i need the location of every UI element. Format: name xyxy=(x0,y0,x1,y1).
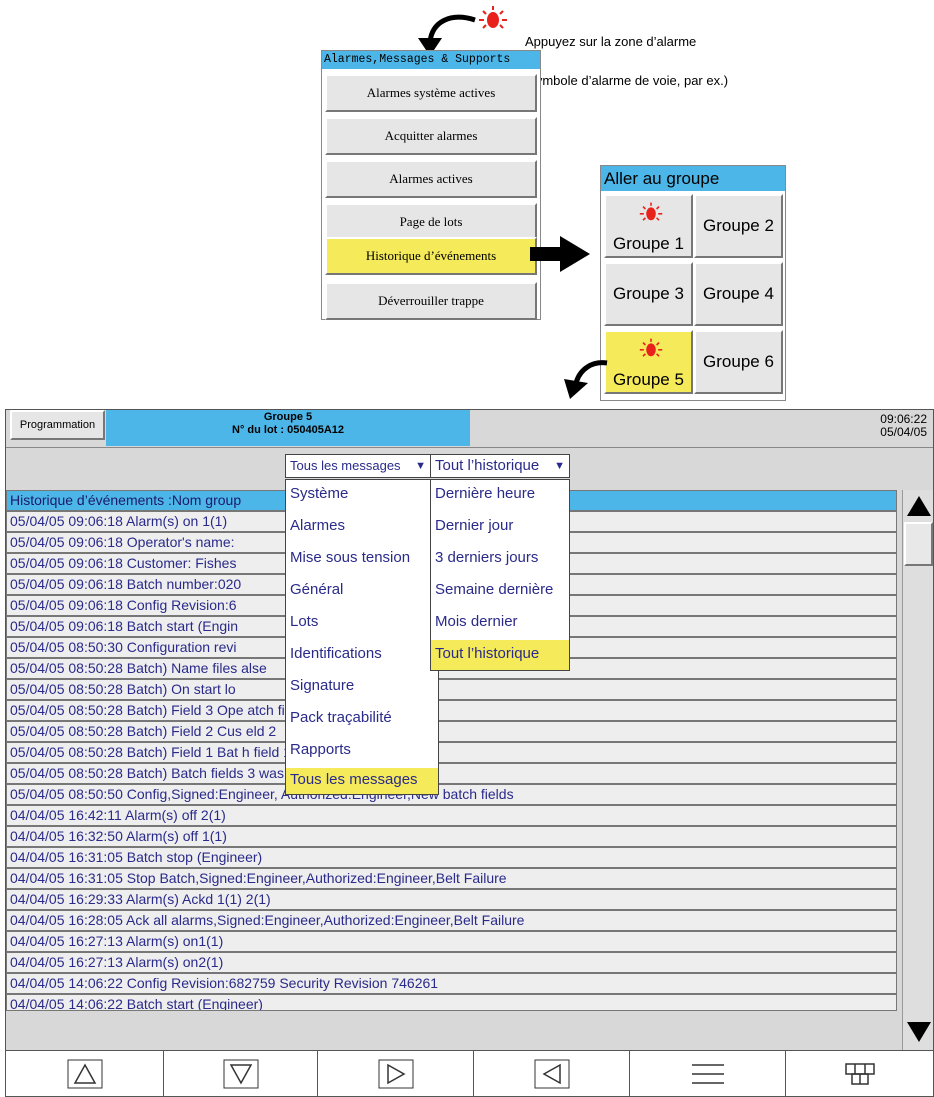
curved-arrow-icon xyxy=(564,360,608,399)
period-option-last-week[interactable]: Semaine dernière xyxy=(431,576,569,608)
table-row[interactable]: 04/04/05 16:32:50 Alarm(s) off 1(1) xyxy=(6,826,897,847)
recorder-screen: Programmation Groupe 5 N° du lot : 05040… xyxy=(5,409,934,1097)
group-5-button[interactable]: Groupe 5 xyxy=(604,330,693,394)
nav-menu-button[interactable] xyxy=(630,1051,786,1096)
period-option-last-hour[interactable]: Dernière heure xyxy=(431,480,569,512)
nav-down-button[interactable] xyxy=(164,1051,318,1096)
nav-right-button[interactable] xyxy=(318,1051,474,1096)
table-row[interactable]: 05/04/05 08:50:50 Config,Signed:Engineer… xyxy=(6,784,897,805)
programming-button[interactable]: Programmation xyxy=(10,410,105,440)
message-option-identifications[interactable]: Identifications xyxy=(286,640,438,672)
message-option-signature[interactable]: Signature xyxy=(286,672,438,704)
right-arrow-icon xyxy=(530,236,590,272)
chevron-down-icon: ▼ xyxy=(554,460,565,472)
chevron-down-icon: ▼ xyxy=(415,460,426,472)
group-name: Groupe 5 xyxy=(263,411,313,423)
menu-active-alarms-button[interactable]: Alarmes actives xyxy=(325,160,537,198)
message-type-list: Système Alarmes Mise sous tension Généra… xyxy=(285,479,439,795)
goto-group-title: Aller au groupe xyxy=(601,166,785,191)
batch-header[interactable]: Groupe 5 N° du lot : 050405A12 xyxy=(106,410,470,446)
group-3-label: Groupe 3 xyxy=(613,284,684,303)
alarm-icon xyxy=(639,338,663,357)
table-row[interactable]: 04/04/05 14:06:22 Config Revision:682759… xyxy=(6,973,897,994)
scroll-up-icon[interactable] xyxy=(906,494,932,518)
table-row[interactable]: 04/04/05 16:31:05 Batch stop (Engineer) xyxy=(6,847,897,868)
period-dropdown[interactable]: Tout l’historique ▼ xyxy=(430,454,570,478)
up-triangle-icon xyxy=(67,1059,102,1089)
message-option-reports[interactable]: Rapports xyxy=(286,736,438,768)
menu-title: Alarmes,Messages & Supports xyxy=(322,51,540,69)
table-row[interactable]: 04/04/05 16:28:05 Ack all alarms,Signed:… xyxy=(6,910,897,931)
grid-icon xyxy=(844,1063,875,1085)
message-option-alarms[interactable]: Alarmes xyxy=(286,512,438,544)
group-4-button[interactable]: Groupe 4 xyxy=(694,262,783,326)
message-option-general[interactable]: Général xyxy=(286,576,438,608)
scrollbar[interactable] xyxy=(902,490,933,1050)
clock: 09:06:22 05/04/05 xyxy=(880,413,927,439)
message-option-system[interactable]: Système xyxy=(286,480,438,512)
table-row[interactable]: 05/04/05 08:50:28 Batch) Batch fields 3 … xyxy=(6,763,897,784)
message-type-value: Tous les messages xyxy=(290,458,401,473)
nav-up-button[interactable] xyxy=(6,1051,164,1096)
alarm-icon xyxy=(639,202,663,221)
table-row[interactable]: 04/04/05 16:27:13 Alarm(s) on2(1) xyxy=(6,952,897,973)
period-option-all-history[interactable]: Tout l’historique xyxy=(431,640,569,670)
left-triangle-icon xyxy=(534,1059,569,1089)
table-row[interactable]: 04/04/05 16:31:05 Stop Batch,Signed:Engi… xyxy=(6,868,897,889)
right-triangle-icon xyxy=(378,1059,413,1089)
callout-instruction: Appuyez sur la zone d’alarme (symbole d’… xyxy=(525,9,728,100)
alarms-messages-menu: Alarmes,Messages & Supports Alarmes syst… xyxy=(321,50,541,320)
message-type-dropdown[interactable]: Tous les messages ▼ xyxy=(285,454,431,478)
table-row[interactable]: 05/04/05 08:50:28 Batch) On start lo xyxy=(6,679,897,700)
menu-lines-icon xyxy=(691,1064,724,1084)
group-3-button[interactable]: Groupe 3 xyxy=(604,262,693,326)
period-value: Tout l’historique xyxy=(435,457,540,474)
group-6-button[interactable]: Groupe 6 xyxy=(694,330,783,394)
date-display: 05/04/05 xyxy=(880,425,927,439)
menu-event-history-button[interactable]: Historique d’événements xyxy=(325,237,537,275)
table-row[interactable]: 05/04/05 08:50:28 Batch) Field 1 Bat h f… xyxy=(6,742,897,763)
table-row[interactable]: 04/04/05 16:27:13 Alarm(s) on1(1) xyxy=(6,931,897,952)
batch-number: N° du lot : 050405A12 xyxy=(232,424,344,436)
message-option-power-on[interactable]: Mise sous tension xyxy=(286,544,438,576)
group-6-label: Groupe 6 xyxy=(703,352,774,371)
bottom-navigation xyxy=(6,1050,933,1096)
group-4-label: Groupe 4 xyxy=(703,284,774,303)
message-option-all[interactable]: Tous les messages xyxy=(286,768,438,794)
scroll-thumb[interactable] xyxy=(904,522,933,566)
goto-group-panel: Aller au groupe Groupe 1 Groupe 2 Groupe… xyxy=(600,165,786,401)
period-option-3-days[interactable]: 3 derniers jours xyxy=(431,544,569,576)
nav-left-button[interactable] xyxy=(474,1051,630,1096)
nav-grid-button[interactable] xyxy=(786,1051,933,1096)
callout-line-1: Appuyez sur la zone d’alarme xyxy=(525,34,697,49)
group-2-button[interactable]: Groupe 2 xyxy=(694,194,783,258)
down-triangle-icon xyxy=(223,1059,258,1089)
table-row[interactable]: 05/04/05 08:50:28 Batch) Field 3 Ope atc… xyxy=(6,700,897,721)
period-option-last-month[interactable]: Mois dernier xyxy=(431,608,569,640)
message-option-batches[interactable]: Lots xyxy=(286,608,438,640)
period-list: Dernière heure Dernier jour 3 derniers j… xyxy=(430,479,570,671)
menu-active-system-alarms-button[interactable]: Alarmes système actives xyxy=(325,74,537,112)
scroll-down-icon[interactable] xyxy=(906,1020,932,1044)
group-1-button[interactable]: Groupe 1 xyxy=(604,194,693,258)
menu-unlock-door-button[interactable]: Déverrouiller trappe xyxy=(325,282,537,320)
group-5-label: Groupe 5 xyxy=(613,370,684,389)
message-option-audit-pack[interactable]: Pack traçabilité xyxy=(286,704,438,736)
menu-ack-alarms-button[interactable]: Acquitter alarmes xyxy=(325,117,537,155)
alarm-icon xyxy=(478,6,508,32)
group-2-label: Groupe 2 xyxy=(703,216,774,235)
period-option-last-day[interactable]: Dernier jour xyxy=(431,512,569,544)
callout-line-2: (symbole d’alarme de voie, par ex.) xyxy=(525,73,729,88)
divider xyxy=(6,447,933,448)
table-row[interactable]: 05/04/05 08:50:28 Batch) Field 2 Cus eld… xyxy=(6,721,897,742)
menu-batch-page-button[interactable]: Page de lots xyxy=(325,203,537,241)
table-row[interactable]: 04/04/05 14:06:22 Batch start (Engineer) xyxy=(6,994,897,1011)
table-row[interactable]: 04/04/05 16:42:11 Alarm(s) off 2(1) xyxy=(6,805,897,826)
table-row[interactable]: 04/04/05 16:29:33 Alarm(s) Ackd 1(1) 2(1… xyxy=(6,889,897,910)
group-1-label: Groupe 1 xyxy=(613,234,684,253)
